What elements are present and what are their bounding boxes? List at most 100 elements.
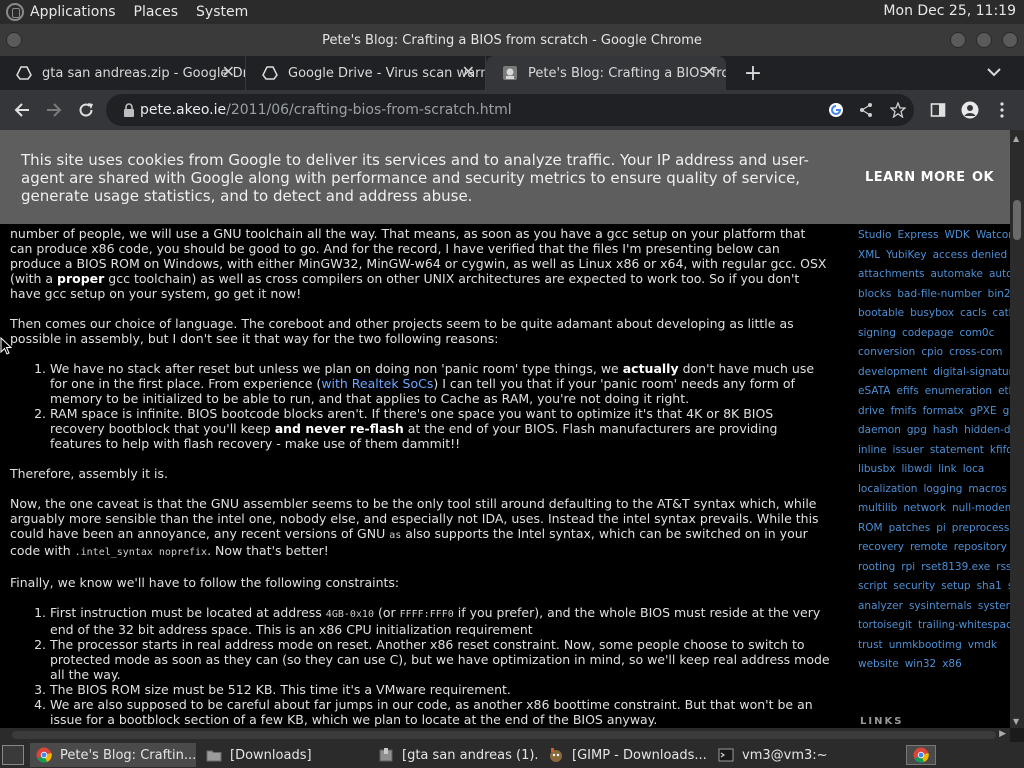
tag-link[interactable]: g [1003,405,1010,417]
tag-link[interactable]: gpg [907,424,927,436]
tag-link[interactable]: formatx [923,405,964,417]
tag-link[interactable]: patches [889,522,931,534]
tag-link[interactable]: localization [858,483,917,495]
tag-link[interactable]: access denied [933,249,1008,261]
tag-link[interactable]: fmifs [891,405,917,417]
tag-link[interactable]: efifs [896,385,918,397]
tag-link[interactable]: autotoo [989,268,1010,280]
address-bar[interactable]: pete.akeo.ie/2011/06/crafting-bios-from-… [106,94,914,126]
tag-link[interactable]: cpio [921,346,943,358]
tab-virus-scan[interactable]: Google Drive - Virus scan warning ✕ [246,56,486,90]
tag-link[interactable]: Express [897,229,938,241]
clock[interactable]: Mon Dec 25, 11:19 [883,3,1016,19]
tag-link[interactable]: kfifo [990,444,1010,456]
tab-close-icon[interactable]: ✕ [222,64,235,80]
tag-link[interactable]: setup [941,580,970,592]
tag-link[interactable]: trailing-whitespace [918,619,1010,631]
scroll-right-icon[interactable]: ▶ [999,729,1006,739]
tag-link[interactable]: recovery [858,541,904,553]
tag-link[interactable]: XML [858,249,880,261]
maximize-button[interactable] [976,32,992,48]
tag-link[interactable]: website [858,658,899,670]
tab-petes-blog[interactable]: Pete's Blog: Crafting a BIOS from scratc… [486,56,726,90]
tag-link[interactable]: null-modem [952,502,1010,514]
tag-link[interactable]: attachments [858,268,924,280]
tag-link[interactable]: vmdk [968,639,997,651]
taskbar-item-terminal[interactable]: vm3@vm3:~ [712,743,832,767]
tag-link[interactable]: development [858,366,927,378]
tag-link[interactable]: Watcom [976,229,1010,241]
tag-link[interactable]: sha1 [977,580,1002,592]
tag-link[interactable]: rss2ema [996,561,1010,573]
tag-link[interactable]: blocks [858,288,891,300]
new-tab-button[interactable]: + [738,56,768,90]
tag-link[interactable]: digital-signature [933,366,1010,378]
window-menu-button[interactable] [6,32,22,48]
tag-link[interactable]: ROM [858,522,883,534]
tag-link[interactable]: conversion [858,346,915,358]
tag-link[interactable]: tortoisegit [858,619,912,631]
tag-link[interactable]: rset8139.exe [921,561,990,573]
forward-button[interactable] [38,94,70,126]
tag-link[interactable]: eSATA [858,385,890,397]
tag-link[interactable]: preprocesso [952,522,1010,534]
tag-link[interactable]: hash [933,424,958,436]
tag-link[interactable]: Studio [858,229,891,241]
tab-close-icon[interactable]: ✕ [462,64,475,80]
tag-link[interactable]: bad-file-number [897,288,981,300]
tag-link[interactable]: unmkbootimg [889,639,962,651]
tag-link[interactable]: rooting [858,561,895,573]
tab-gta-zip[interactable]: gta san andreas.zip - Google Drive ✕ [0,56,246,90]
google-lens-icon[interactable] [828,102,844,118]
scroll-thumb[interactable] [12,731,996,739]
tag-link[interactable]: trust [858,639,883,651]
taskbar-item-downloads[interactable]: [Downloads] [200,743,368,767]
cookie-ok-button[interactable]: OK [972,169,994,187]
profile-button[interactable] [954,94,986,126]
tag-link[interactable]: bin2coff [988,288,1010,300]
tab-search-chevron-icon[interactable] [984,62,1004,82]
taskbar-item-archive[interactable]: [gta san andreas (1).... [372,743,538,767]
side-panel-button[interactable] [922,94,954,126]
tag-link[interactable]: script [858,580,887,592]
show-desktop-button[interactable] [2,745,24,765]
tag-link[interactable]: com0c [960,327,995,339]
tag-link[interactable]: statement [930,444,984,456]
tag-link[interactable]: automake [930,268,982,280]
close-window-button[interactable] [1002,32,1018,48]
reload-button[interactable] [70,94,102,126]
tag-link[interactable]: cacls [960,307,986,319]
bookmark-star-icon[interactable] [890,102,906,118]
tab-close-icon[interactable]: ✕ [703,64,716,80]
tag-link[interactable]: signing [858,327,896,339]
tag-link[interactable]: cross-com [949,346,1002,358]
minimize-button[interactable] [950,32,966,48]
tag-link[interactable]: x86 [942,658,962,670]
taskbar-item-chrome[interactable]: Pete's Blog: Craftin... [30,743,196,767]
tag-link[interactable]: gPXE [970,405,997,417]
tag-link[interactable]: bootable [858,307,904,319]
tag-link[interactable]: multilib [858,502,897,514]
scroll-up-icon[interactable]: ▲ [1013,134,1019,143]
tag-link[interactable]: enumeration [925,385,992,397]
tag-link[interactable]: eth0 [998,385,1010,397]
tag-link[interactable]: pi [936,522,946,534]
tag-link[interactable]: network [903,502,946,514]
tag-link[interactable]: system3 [978,600,1010,612]
tag-link[interactable]: libusbx [858,463,896,475]
tag-link[interactable]: analyzer [858,600,903,612]
share-icon[interactable] [858,102,874,118]
realtek-socs-link[interactable]: with Realtek SoCs [321,376,433,391]
tag-link[interactable]: daemon [858,424,901,436]
window-title-bar[interactable]: Pete's Blog: Crafting a BIOS from scratc… [0,24,1024,56]
tag-link[interactable]: cathash [992,307,1010,319]
tag-link[interactable]: WDK [944,229,969,241]
tray-chrome-icon[interactable] [906,745,936,765]
scroll-down-icon[interactable]: ▼ [1013,717,1019,726]
tag-link[interactable]: inline [858,444,887,456]
vertical-scrollbar[interactable]: ▲ ▼ [1010,130,1024,728]
applications-menu[interactable]: Applications [30,4,116,20]
tag-link[interactable]: macros [968,483,1006,495]
tag-link[interactable]: loca [963,463,985,475]
tag-link[interactable]: rpi [901,561,915,573]
